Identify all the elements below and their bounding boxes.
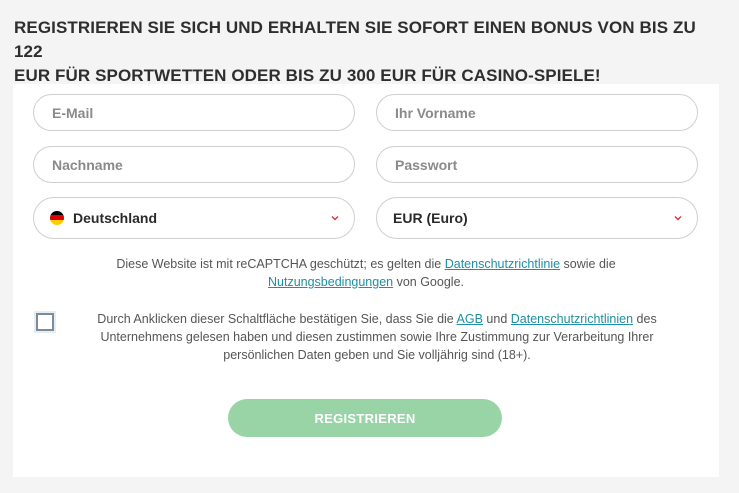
agb-link[interactable]: AGB [457,312,483,326]
consent-checkbox[interactable] [36,313,54,331]
currency-select-value: EUR (Euro) [393,210,468,226]
lastname-field[interactable] [33,146,355,183]
recaptcha-text-suffix: von Google. [393,275,464,289]
consent-text-suffix: des [633,312,657,326]
country-select[interactable]: Deutschland [33,197,355,239]
consent-text-line-3: persönlichen Daten geben und Sie volljäh… [223,348,531,362]
consent-text-prefix: Durch Anklicken dieser Schaltfläche best… [97,312,457,326]
country-select-value: Deutschland [73,210,158,226]
firstname-field[interactable] [376,94,698,131]
consent-text: Durch Anklicken dieser Schaltfläche best… [77,310,677,364]
recaptcha-privacy-link[interactable]: Datenschutzrichtlinie [445,257,560,271]
consent-text-and: und [482,312,511,326]
chevron-down-icon [674,216,682,221]
recaptcha-terms-link[interactable]: Nutzungsbedingungen [268,275,393,289]
germany-flag-icon [50,210,64,225]
consent-text-line-2: Unternehmens gelesen haben und diesen zu… [100,330,654,344]
recaptcha-text-prefix: Diese Website ist mit reCAPTCHA geschütz… [116,257,445,271]
register-button[interactable]: REGISTRIEREN [228,399,502,437]
headline-line-1: REGISTRIEREN SIE SICH UND ERHALTEN SIE S… [14,18,696,61]
recaptcha-notice: Diese Website ist mit reCAPTCHA geschütz… [73,255,659,291]
password-field[interactable] [376,146,698,183]
email-field[interactable] [33,94,355,131]
page-headline: REGISTRIEREN SIE SICH UND ERHALTEN SIE S… [14,16,714,88]
currency-select[interactable]: EUR (Euro) [376,197,698,239]
chevron-down-icon [331,216,339,221]
recaptcha-text-middle: sowie die [560,257,616,271]
headline-line-2: EUR FÜR SPORTWETTEN ODER BIS ZU 300 EUR … [14,66,601,85]
consent-privacy-link[interactable]: Datenschutzrichtlinien [511,312,633,326]
registration-form: Deutschland EUR (Euro) Diese Website ist… [13,84,719,477]
